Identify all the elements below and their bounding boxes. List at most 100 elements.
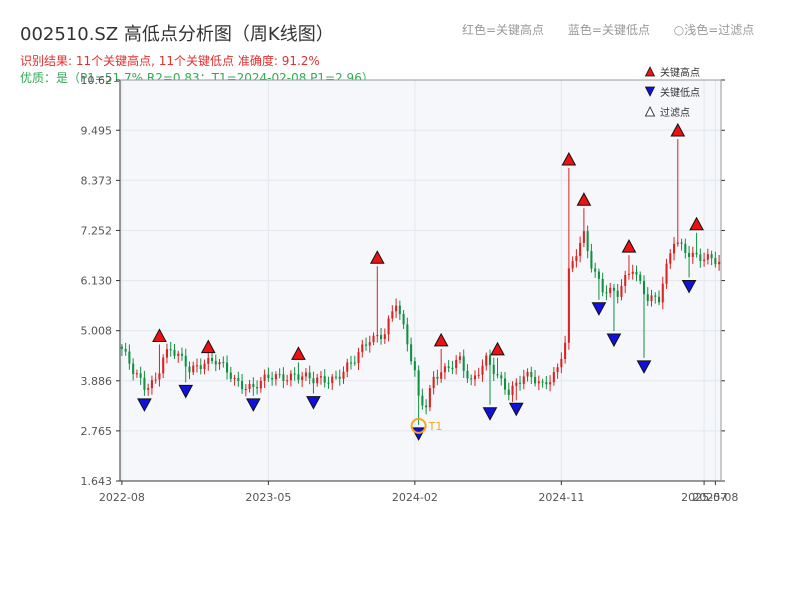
candle-body [567,268,570,343]
candle-body [541,381,544,383]
candle-body [676,242,679,244]
candle-body [395,305,398,312]
candle-body [222,362,225,364]
candle-body [579,242,582,257]
candle-body [380,335,383,340]
candle-body [703,259,706,262]
candle-body [368,342,371,346]
legend-filtered-text: 过滤点 [660,106,690,119]
candle-body [267,374,270,378]
candle-body [323,376,326,383]
candle-body [165,349,168,358]
candle-body [256,387,259,389]
candlestick-chart: T1 1.643 2.765 3.886 5.008 6.130 7.252 8.373 9.… [81,66,739,504]
y-tick-label: 2.765 [81,425,113,438]
candle-body [357,352,360,364]
candle-body [688,253,691,257]
candle-body [192,365,195,373]
candle-body [432,376,435,389]
candle-body [447,366,450,368]
candle-body [297,374,300,380]
candle-body [428,388,431,408]
x-tick-label: 2023-05 [245,491,291,504]
candle-body [627,273,631,275]
x-tick-label: 2025-08 [692,491,738,504]
x-tick-label: 2022-08 [99,491,145,504]
candle-body [605,292,608,294]
candle-body [331,376,334,384]
y-tick-label: 10.62 [81,74,113,87]
candle-body [500,375,503,379]
candle-body [316,377,319,384]
candle-body [571,261,574,269]
candle-body [195,365,199,367]
candle-body [680,242,683,244]
candle-body [624,274,627,286]
candle-body [406,324,409,345]
candle-body [274,374,277,380]
x-tick-label: 2024-02 [392,491,438,504]
candle-body [590,251,593,269]
candle-body [210,358,214,361]
candle-body [673,243,676,254]
candle-body [252,384,255,388]
candle-body [714,258,717,265]
candle-body [150,380,153,389]
candle-body [293,373,296,375]
candle-body [376,335,379,337]
candle-body [549,382,552,385]
legend-low-text: 关键低点 [660,86,700,99]
candle-body [503,378,507,390]
candle-body [691,252,694,257]
candle-body [477,374,480,376]
t1-label: T1 [428,420,443,433]
candle-body [440,372,443,379]
candle-body [226,362,229,373]
candle-body [616,290,619,297]
candle-body [492,364,495,375]
x-tick-label: 2024-11 [538,491,584,504]
candle-body [271,377,274,380]
candle-body [436,376,439,379]
candle-body [244,389,247,391]
candle-body [365,344,368,346]
candle-body [120,346,123,349]
candle-body [218,362,221,365]
candle-body [308,372,311,379]
candle-body [612,287,615,291]
candle-body [184,355,187,367]
candle-body [661,283,664,303]
legend-high-text: 关键高点 [660,66,700,79]
candle-body [695,252,698,255]
y-tick-label: 3.886 [81,375,113,388]
candle-body [669,253,672,264]
y-tick-label: 6.130 [81,275,113,288]
candle-body [124,348,127,352]
candle-body [515,382,518,386]
candle-body [207,358,210,364]
candle-body [361,344,364,353]
candle-body [199,365,202,370]
candle-body [241,380,244,390]
candle-body [575,256,578,262]
candle-body [387,318,390,335]
candle-body [718,261,721,265]
candle-body [421,395,424,406]
candle-body [417,370,420,396]
candle-body [286,380,289,382]
candle-body [248,384,251,390]
candle-body [496,374,499,376]
candle-body [304,372,307,377]
candle-body [154,379,157,381]
candle-body [349,362,353,364]
candle-body [473,375,476,380]
candle-body [282,374,285,381]
candle-body [289,373,292,381]
candle-body [609,287,612,294]
candle-body [346,362,349,372]
candle-body [650,295,653,301]
candle-body [162,357,165,374]
candle-body [158,373,161,380]
candle-body [342,371,345,379]
candle-body [507,389,510,395]
